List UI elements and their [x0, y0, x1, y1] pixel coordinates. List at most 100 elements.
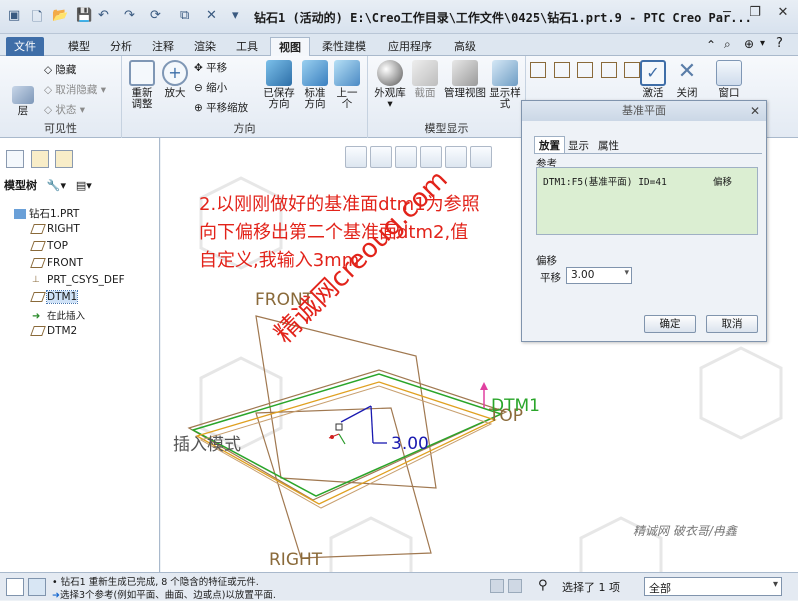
model-display-group: 外观库▾ 截面 管理视图 显示样 式 模型显示 [368, 56, 526, 138]
status-button[interactable]: ◇ 状态 ▾ [44, 102, 85, 117]
regenerate-icon[interactable]: ⟳ [150, 8, 161, 23]
close-window-icon[interactable]: ✕ [206, 8, 217, 23]
dtm1-plane-label[interactable]: DTM1 [491, 396, 540, 416]
datum-plane-icon [30, 292, 46, 302]
open-file-icon[interactable]: 📂 [52, 8, 68, 23]
manage-views-button[interactable]: 管理视图 [444, 60, 486, 99]
tab-file[interactable]: 文件 [6, 37, 44, 56]
datum-plane-icon [30, 326, 46, 336]
layer-button[interactable]: 层 [8, 86, 38, 117]
save-icon[interactable]: 💾 [76, 8, 92, 23]
activate-check-icon: ✓ [640, 60, 666, 86]
offset-dimension-line [340, 405, 372, 423]
tree-item-dtm1[interactable]: DTM1 [30, 290, 79, 304]
tree-settings-icon[interactable]: 🔧▾ [47, 179, 66, 192]
tab-display[interactable]: 显示 [568, 138, 589, 153]
redo-icon[interactable]: ↷ [124, 8, 135, 23]
point-display-icon[interactable] [577, 62, 593, 78]
model-display-group-label: 模型显示 [424, 122, 469, 135]
reference-item[interactable]: DTM1:F5(基准平面) ID=41 偏移 [543, 174, 732, 188]
tree-item-part[interactable]: 钻石1.PRT [14, 206, 79, 221]
maximize-button[interactable]: ❐ [742, 5, 768, 25]
right-plane-label[interactable]: RIGHT [269, 550, 322, 570]
help-dropdown-icon[interactable]: ▾ [760, 38, 765, 49]
new-file-icon[interactable]: 🗋 [32, 8, 42, 30]
tab-properties[interactable]: 属性 [598, 138, 619, 153]
csys-y-axis [338, 433, 346, 445]
close-view-button[interactable]: ✕ 关闭 [672, 60, 702, 99]
status-bar: • 钻石1 重新生成已完成, 8 个隐含的特征或元件. ➜选择3个参考(例如平面… [0, 572, 798, 601]
minimize-button[interactable]: ─ [714, 5, 740, 25]
refit-button[interactable]: 重新 调整 [126, 60, 158, 110]
model-tree-tab-icon[interactable] [6, 150, 24, 168]
tree-columns-icon[interactable]: ▤▾ [76, 179, 92, 192]
tree-item-front[interactable]: FRONT [30, 257, 83, 269]
saved-views-icon [266, 60, 292, 86]
windows-icon[interactable]: ⧉ [180, 8, 189, 23]
tab-placement[interactable]: 放置 [534, 136, 565, 154]
visibility-group-label: 可见性 [44, 122, 77, 135]
pan-button[interactable]: ✥ 平移 [194, 60, 227, 75]
tree-item-right[interactable]: RIGHT [30, 223, 80, 235]
appearance-button[interactable]: 外观库▾ [372, 60, 408, 110]
tab-advanced[interactable]: 高级 [446, 37, 484, 56]
hide-button[interactable]: ◇ 隐藏 [44, 62, 76, 77]
translate-input[interactable]: 3.00 ▾ [566, 267, 632, 284]
offset-dimension-value[interactable]: 3.00 [391, 434, 429, 454]
display-style-button[interactable]: 显示样 式 [488, 60, 522, 110]
datum-display-icons [530, 62, 640, 81]
tab-annotate[interactable]: 注释 [144, 37, 182, 56]
standard-orientation-button[interactable]: 标准 方向 [300, 60, 330, 110]
references-list[interactable]: DTM1:F5(基准平面) ID=41 偏移 [536, 167, 758, 235]
tab-view[interactable]: 视图 [270, 37, 310, 56]
tree-item-insert-here[interactable]: ➜ 在此插入 [32, 308, 85, 322]
tree-item-top[interactable]: TOP [30, 240, 68, 252]
model-tree-panel: 模型树 🔧▾ ▤▾ 钻石1.PRT RIGHT TOP FRONT ⊥ PRT_C… [0, 138, 160, 572]
tab-analysis[interactable]: 分析 [102, 37, 140, 56]
tab-tools[interactable]: 工具 [228, 37, 266, 56]
favorites-tab-icon[interactable] [55, 150, 73, 168]
search-icon[interactable]: ⌕ [724, 37, 731, 52]
help-icon[interactable]: ⊕ [744, 37, 754, 51]
tab-applications[interactable]: 应用程序 [380, 37, 440, 56]
show-browser-icon[interactable] [28, 578, 46, 596]
tab-flexible-modeling[interactable]: 柔性建模 [314, 37, 374, 56]
part-icon [14, 209, 26, 219]
pan-zoom-button[interactable]: ⊕ 平移缩放 [194, 100, 248, 115]
drag-handle[interactable] [335, 423, 343, 431]
minimize-ribbon-icon[interactable]: ⌃ [706, 38, 716, 52]
undo-icon[interactable]: ↶ [98, 8, 109, 23]
close-button[interactable]: ✕ [770, 5, 796, 25]
tab-render[interactable]: 渲染 [186, 37, 224, 56]
find-binoculars-icon[interactable]: ⚲ [538, 578, 548, 593]
tree-item-csys[interactable]: ⊥ PRT_CSYS_DEF [32, 274, 125, 286]
section-button[interactable]: 截面 [410, 60, 440, 99]
folder-browser-tab-icon[interactable] [30, 150, 49, 168]
csys-display-icon[interactable] [600, 62, 617, 78]
show-navigator-icon[interactable] [6, 578, 24, 596]
activate-button[interactable]: ✓ 激活 [638, 60, 668, 99]
message-log-icon[interactable] [490, 579, 504, 593]
ok-button[interactable]: 确定 [644, 315, 696, 333]
filter-dropdown-icon[interactable]: ▾ [773, 579, 778, 590]
dialog-close-icon[interactable]: ✕ [750, 101, 760, 121]
zoom-out-button[interactable]: ⊖ 缩小 [194, 80, 227, 95]
zoom-in-button[interactable]: + 放大 [160, 60, 190, 99]
plane-normal-arrowhead [480, 382, 488, 390]
regenerate-status-icon[interactable] [508, 579, 522, 593]
help-question-icon[interactable]: ? [776, 36, 783, 51]
tab-model[interactable]: 模型 [60, 37, 98, 56]
translate-dropdown-icon[interactable]: ▾ [624, 268, 629, 278]
axis-display-icon[interactable] [553, 62, 570, 78]
unhide-button[interactable]: ◇ 取消隐藏 ▾ [44, 82, 106, 97]
tree-item-dtm2[interactable]: DTM2 [30, 325, 77, 337]
window-button[interactable]: 窗口 [712, 60, 746, 99]
selection-filter-select[interactable]: 全部 ▾ [644, 577, 782, 596]
dtm2-preview-plane[interactable] [195, 381, 497, 505]
plane-display-icon[interactable] [530, 62, 546, 78]
saved-views-button[interactable]: 已保存 方向 [262, 60, 296, 110]
previous-view-button[interactable]: 上一 个 [332, 60, 362, 110]
cancel-button[interactable]: 取消 [706, 315, 758, 333]
quick-access-menu-icon[interactable]: ▾ [232, 8, 239, 23]
annotation-line-2: 向下偏移出第二个基准面dtm2,值 [199, 222, 469, 243]
